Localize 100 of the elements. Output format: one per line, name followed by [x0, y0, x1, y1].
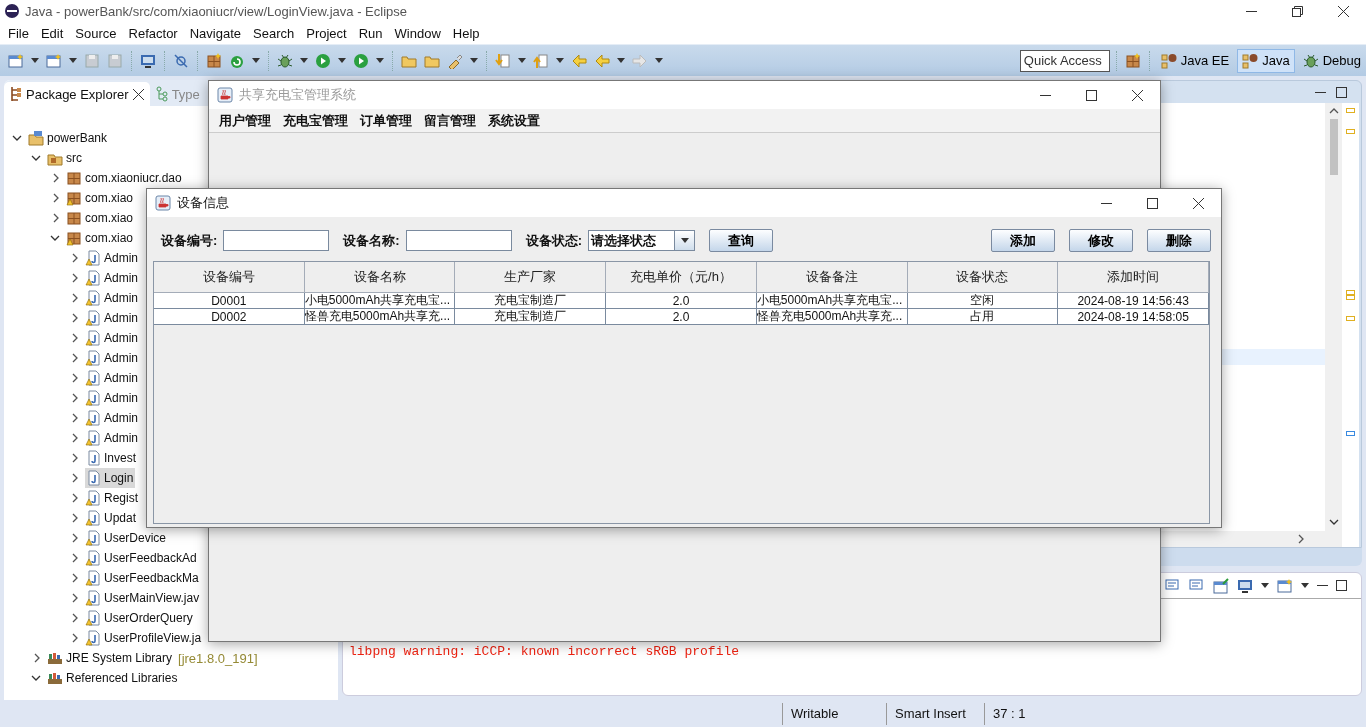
tree-item[interactable]: powerBank — [28, 128, 110, 148]
maximize-icon — [1336, 86, 1347, 98]
java-perspective-icon — [1160, 52, 1177, 69]
table-plus-icon — [1124, 52, 1141, 69]
tree-item[interactable]: Admin — [85, 288, 140, 308]
tree-item[interactable]: com.xiao — [66, 188, 136, 208]
java-file-icon — [85, 630, 101, 646]
java-file-icon — [85, 550, 101, 566]
menu-item[interactable]: 留言管理 — [418, 111, 482, 130]
menu-item[interactable]: Run — [352, 25, 389, 41]
quick-access-field[interactable]: Quick Access — [1019, 49, 1110, 72]
tree-item[interactable]: JRE System Library — [47, 648, 175, 668]
menu-item[interactable]: 订单管理 — [354, 111, 418, 130]
save-icon — [84, 52, 100, 69]
table-cell: 怪兽充电5000mAh共享充... — [756, 309, 908, 325]
tree-item[interactable]: Admin — [85, 268, 140, 288]
tree-item[interactable]: Referenced Libraries — [47, 668, 180, 688]
tree-item[interactable]: UserProfileView.ja — [85, 628, 204, 648]
maximize-icon — [1085, 89, 1097, 101]
tree-item[interactable]: Admin — [85, 428, 140, 448]
scrollbar-thumb[interactable] — [1329, 119, 1338, 175]
scroll-right-icon — [1297, 534, 1305, 544]
debug-icon — [277, 52, 293, 69]
maximize-icon — [1146, 197, 1158, 209]
menu-item[interactable]: Window — [388, 25, 447, 41]
caret-icon — [1301, 583, 1309, 588]
perspective-button[interactable]: Debug — [1297, 48, 1366, 73]
status-dropdown[interactable]: 请选择状态 — [588, 230, 696, 251]
restore-icon — [1291, 5, 1303, 17]
menu-item[interactable]: Project — [300, 25, 353, 41]
tree-item[interactable]: Admin — [85, 408, 140, 428]
tree-item[interactable]: UserFeedbackAd — [85, 548, 199, 568]
project-icon — [28, 130, 44, 146]
package-icon — [66, 230, 82, 246]
menu-item[interactable]: Source — [69, 25, 123, 41]
java-file-icon — [85, 350, 101, 366]
java-file-icon — [85, 410, 101, 426]
tree-item[interactable]: UserDevice — [85, 528, 168, 548]
java-file-icon — [85, 450, 101, 466]
monitor-icon — [140, 52, 156, 69]
skip-icon — [173, 52, 189, 69]
perspective-button[interactable]: Java — [1237, 48, 1295, 73]
caret-icon — [470, 58, 478, 63]
tree-item[interactable]: com.xiaoniucr.dao — [66, 168, 184, 188]
table-cell: D0002 — [154, 309, 305, 325]
tree-item[interactable]: Admin — [85, 388, 140, 408]
java-file-icon — [85, 330, 101, 346]
arrow-down-icon — [495, 52, 511, 69]
menu-item[interactable]: 用户管理 — [213, 111, 277, 130]
java-file-icon — [85, 470, 101, 486]
java-file-icon — [85, 430, 101, 446]
view-tab[interactable]: Package Explorer — [4, 82, 150, 106]
tree-item[interactable]: Admin — [85, 308, 140, 328]
action-button[interactable]: 修改 — [1069, 229, 1133, 252]
action-button[interactable]: 添加 — [991, 229, 1055, 252]
package-icon — [66, 190, 82, 206]
close-icon — [1337, 5, 1349, 17]
menu-item[interactable]: Help — [446, 25, 486, 41]
menu-item[interactable]: 充电宝管理 — [277, 111, 354, 130]
arrow-left-icon — [571, 52, 587, 69]
tree-item[interactable]: com.xiao — [66, 228, 136, 248]
java-file-icon — [85, 530, 101, 546]
package-explorer-icon — [10, 86, 22, 102]
menu-item[interactable]: Refactor — [122, 25, 184, 41]
menu-item[interactable]: Edit — [34, 25, 70, 41]
tree-item[interactable]: Admin — [85, 248, 140, 268]
tree-item[interactable]: UserOrderQuery — [85, 608, 195, 628]
tree-item[interactable]: Admin — [85, 328, 140, 348]
java-file-icon — [85, 390, 101, 406]
arrow-up-icon — [533, 52, 549, 69]
tree-item[interactable]: Regist — [85, 488, 140, 508]
tree-item[interactable]: com.xiao — [66, 208, 136, 228]
java-file-icon — [85, 610, 101, 626]
new-window-icon — [1277, 577, 1293, 594]
search-button[interactable]: 查询 — [709, 229, 774, 252]
input-field[interactable] — [405, 230, 512, 251]
action-button[interactable]: 删除 — [1147, 229, 1211, 252]
tree-item[interactable]: src — [47, 148, 84, 168]
input-field[interactable] — [223, 230, 330, 251]
tree-item[interactable]: UserMainView.jav — [85, 588, 202, 608]
tree-item[interactable]: Admin — [85, 368, 140, 388]
arrow-left-icon — [594, 52, 610, 69]
library-icon — [47, 650, 63, 666]
window-title: Java - powerBank/src/com/xiaoniucr/view/LoginView.java - Eclipse — [25, 3, 407, 19]
menu-item[interactable]: File — [2, 25, 35, 41]
eclipse-logo-icon — [4, 3, 20, 19]
new-window-icon — [46, 52, 62, 69]
arrow-right-icon — [632, 52, 648, 69]
field-label: 设备状态: — [525, 231, 583, 250]
tree-item[interactable]: Invest — [85, 448, 138, 468]
perspective-button[interactable]: Java EE — [1155, 48, 1235, 73]
tree-item[interactable]: UserFeedbackMa — [85, 568, 201, 588]
menu-item[interactable]: Search — [247, 25, 301, 41]
status-field: 37 : 1 — [984, 702, 1064, 725]
menu-item[interactable]: 系统设置 — [482, 111, 546, 130]
menu-item[interactable]: Navigate — [183, 25, 247, 41]
tree-item[interactable]: Admin — [85, 348, 140, 368]
vertical-scrollbar[interactable] — [1325, 103, 1342, 547]
tree-item[interactable]: Login — [85, 468, 136, 488]
tree-item[interactable]: Updat — [85, 508, 139, 528]
